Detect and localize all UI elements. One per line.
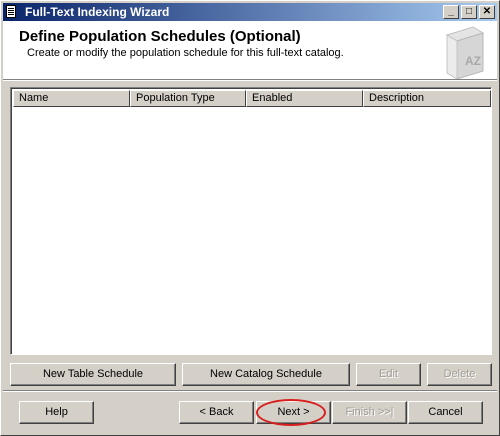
column-population-type[interactable]: Population Type bbox=[130, 90, 246, 107]
new-catalog-schedule-button[interactable]: New Catalog Schedule bbox=[182, 363, 350, 386]
wizard-window: Full-Text Indexing Wizard _ □ ✕ Define P… bbox=[0, 0, 500, 436]
footer-divider bbox=[3, 390, 497, 392]
delete-button[interactable]: Delete bbox=[427, 363, 492, 386]
page-title: Define Population Schedules (Optional) bbox=[19, 28, 301, 45]
help-button[interactable]: Help bbox=[19, 401, 94, 424]
document-icon bbox=[6, 5, 16, 18]
window-title: Full-Text Indexing Wizard bbox=[25, 5, 170, 19]
finish-button[interactable]: Finish >>| bbox=[332, 401, 407, 424]
page-subtitle: Create or modify the population schedule… bbox=[27, 47, 344, 59]
close-button[interactable]: ✕ bbox=[479, 5, 495, 19]
minimize-button[interactable]: _ bbox=[443, 5, 459, 19]
schedule-list[interactable]: Name Population Type Enabled Description bbox=[10, 87, 492, 355]
header-divider bbox=[3, 79, 497, 81]
column-name[interactable]: Name bbox=[13, 90, 130, 107]
next-button[interactable]: Next > bbox=[256, 401, 331, 424]
list-header: Name Population Type Enabled Description bbox=[13, 90, 491, 107]
column-enabled[interactable]: Enabled bbox=[246, 90, 363, 107]
new-table-schedule-button[interactable]: New Table Schedule bbox=[10, 363, 176, 386]
wizard-header: Define Population Schedules (Optional) C… bbox=[3, 21, 497, 79]
title-bar[interactable]: Full-Text Indexing Wizard _ □ ✕ bbox=[3, 3, 497, 21]
maximize-button[interactable]: □ bbox=[461, 5, 477, 19]
edit-button[interactable]: Edit bbox=[356, 363, 421, 386]
cancel-button[interactable]: Cancel bbox=[408, 401, 483, 424]
column-description[interactable]: Description bbox=[363, 90, 491, 107]
back-button[interactable]: < Back bbox=[179, 401, 254, 424]
book-az-icon: AZ bbox=[445, 26, 485, 79]
book-az-text: AZ bbox=[465, 54, 481, 68]
